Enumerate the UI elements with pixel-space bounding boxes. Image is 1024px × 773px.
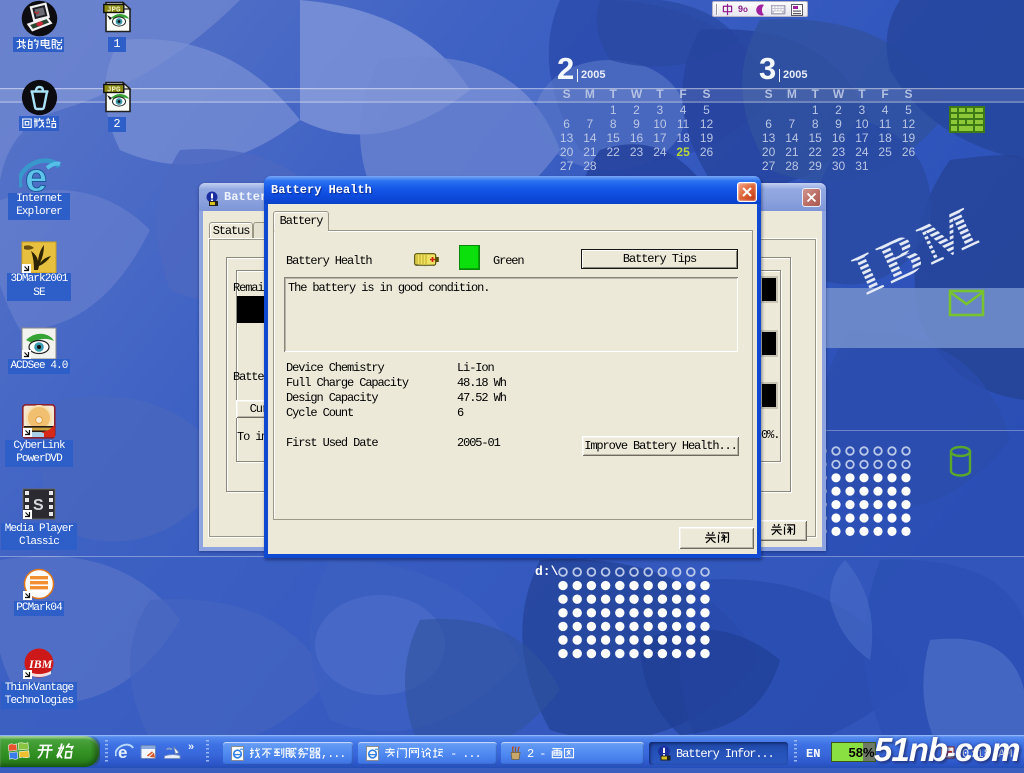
svg-text:JPG: JPG [107,87,121,95]
svg-text:e: e [118,743,127,762]
svg-text:S: S [33,497,44,514]
svg-text:IBM: IBM [843,191,991,302]
svg-text:JPG: JPG [107,7,121,15]
svg-text:e: e [25,158,47,196]
svg-text:IBM: IBM [28,657,53,671]
